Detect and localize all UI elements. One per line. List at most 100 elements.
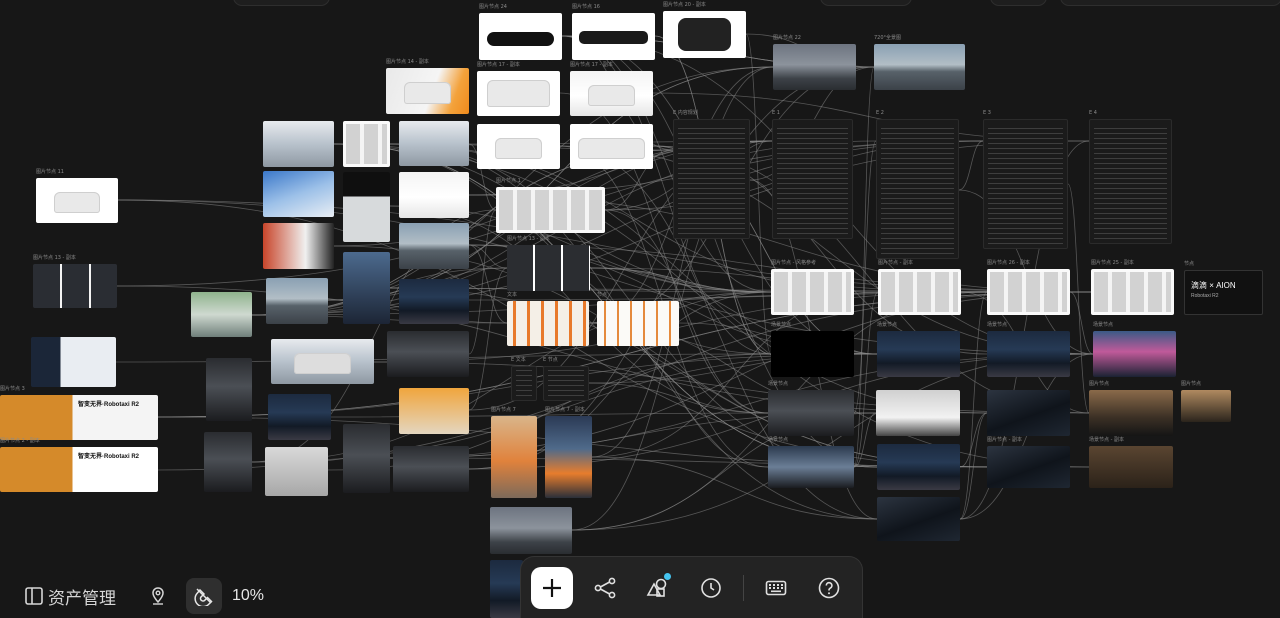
image-node[interactable] bbox=[343, 121, 390, 167]
image-node[interactable] bbox=[399, 388, 469, 434]
image-node[interactable] bbox=[877, 497, 960, 541]
node-caption: 图片节点 14 - 副本 bbox=[386, 59, 429, 65]
image-node[interactable]: 图片节点 17 - 副本 bbox=[570, 62, 653, 116]
image-node[interactable]: 场景节点 bbox=[877, 322, 960, 377]
text-node[interactable]: E 1 bbox=[772, 110, 853, 239]
image-node[interactable] bbox=[343, 172, 390, 242]
question-circle-icon bbox=[818, 577, 840, 598]
locate-button[interactable] bbox=[140, 578, 176, 614]
image-node[interactable] bbox=[393, 446, 469, 492]
connection-wire bbox=[959, 353, 1094, 520]
image-node[interactable]: 图片节点 13 - 副本 bbox=[33, 255, 117, 308]
image-node[interactable]: 图片节点 20 - 副本 bbox=[663, 2, 746, 58]
image-node[interactable]: 图片节点 26 - 副本 bbox=[987, 260, 1070, 315]
image-node[interactable] bbox=[31, 337, 116, 387]
snap-toggle-button[interactable] bbox=[186, 578, 222, 614]
image-node[interactable]: 场景节点 bbox=[768, 437, 854, 488]
image-node[interactable]: 图片节点 bbox=[1089, 381, 1173, 436]
connection-wire bbox=[959, 412, 988, 520]
image-node[interactable]: 720°全景图 bbox=[874, 35, 965, 90]
image-node[interactable]: 图片节点 - 风格参考 bbox=[771, 260, 854, 315]
image-node[interactable] bbox=[271, 339, 374, 384]
image-node[interactable] bbox=[399, 121, 469, 166]
image-node[interactable] bbox=[490, 560, 523, 618]
node-caption: 节点 bbox=[597, 292, 608, 298]
ad-node[interactable]: 图片节点 2 - 副本 智变无界·Robotaxi R2 bbox=[0, 438, 158, 492]
image-node[interactable] bbox=[343, 424, 390, 493]
workflow-canvas[interactable]: 图片节点 24 图片节点 16 图片节点 20 - 副本 图片节点 22 720… bbox=[0, 0, 1280, 618]
connection-wire bbox=[468, 267, 508, 411]
image-node[interactable]: 场景节点 - 副本 bbox=[1089, 437, 1173, 488]
workflow-button[interactable] bbox=[584, 567, 626, 609]
image-node[interactable] bbox=[876, 390, 960, 436]
asset-manager-button[interactable]: 资产管理 bbox=[20, 578, 120, 614]
image-node[interactable]: 图片节点 16 bbox=[572, 4, 655, 60]
connection-wire bbox=[853, 66, 875, 468]
image-node[interactable] bbox=[877, 444, 960, 490]
node-caption: 图片节点 17 - 副本 bbox=[477, 62, 520, 68]
text-node[interactable]: E 4 bbox=[1089, 110, 1172, 244]
image-node[interactable]: 场景节点 bbox=[768, 381, 854, 436]
shapes-button[interactable] bbox=[637, 567, 679, 609]
image-node[interactable] bbox=[263, 121, 334, 167]
node-caption: 图片节点 26 - 副本 bbox=[987, 260, 1030, 266]
image-node[interactable] bbox=[399, 279, 469, 324]
shortcuts-button[interactable] bbox=[755, 567, 797, 609]
clock-icon bbox=[701, 577, 721, 598]
image-node[interactable]: 图片节点 13 - 副本 bbox=[507, 236, 590, 291]
image-node[interactable] bbox=[987, 390, 1070, 436]
image-node[interactable]: 节点 bbox=[597, 292, 679, 346]
image-node[interactable]: 场景节点 bbox=[771, 322, 854, 377]
image-node[interactable]: 图片节点 25 - 副本 bbox=[1091, 260, 1174, 315]
image-node[interactable] bbox=[206, 358, 252, 421]
image-node[interactable] bbox=[399, 172, 469, 218]
node-caption: 场景节点 bbox=[768, 381, 789, 387]
image-node[interactable]: 图片节点 22 bbox=[773, 35, 856, 90]
image-node[interactable] bbox=[263, 223, 334, 269]
ad-node[interactable]: 图片节点 3 智变无界·Robotaxi R2 bbox=[0, 386, 158, 440]
text-node[interactable]: E 2 bbox=[876, 110, 959, 259]
image-node[interactable]: 图片节点 24 bbox=[479, 4, 562, 60]
top-chip bbox=[1060, 0, 1280, 6]
image-node[interactable] bbox=[266, 278, 328, 324]
image-node[interactable] bbox=[490, 507, 572, 554]
image-node[interactable] bbox=[263, 171, 334, 217]
image-node[interactable]: 场景节点 bbox=[987, 322, 1070, 377]
add-node-button[interactable] bbox=[531, 566, 573, 609]
text-node[interactable]: E 3 bbox=[983, 110, 1068, 249]
image-node[interactable] bbox=[265, 447, 328, 496]
image-node[interactable] bbox=[477, 124, 560, 169]
bottom-left-bar: 资产管理 10% bbox=[20, 578, 264, 614]
node-caption: 场景节点 bbox=[877, 322, 898, 328]
image-node[interactable] bbox=[387, 331, 469, 377]
text-node[interactable]: E 节点 bbox=[543, 357, 589, 401]
node-caption: 图片节点 - 风格参考 bbox=[771, 260, 816, 266]
image-node[interactable]: 图片节点 11 bbox=[36, 169, 118, 223]
help-button[interactable] bbox=[808, 567, 850, 609]
node-caption: 文本 bbox=[507, 292, 518, 298]
image-node[interactable] bbox=[191, 292, 252, 337]
image-node[interactable]: 图片节点 7 bbox=[491, 407, 537, 498]
image-node[interactable] bbox=[343, 252, 390, 324]
connection-wire bbox=[588, 382, 769, 414]
text-node[interactable]: E 内容规划 bbox=[673, 110, 750, 239]
image-node[interactable] bbox=[570, 124, 653, 169]
zoom-level[interactable]: 10% bbox=[232, 587, 264, 605]
history-button[interactable] bbox=[690, 567, 732, 609]
image-node[interactable]: 图片节点 bbox=[1181, 381, 1231, 422]
image-node[interactable]: 图片节点 - 副本 bbox=[987, 437, 1070, 488]
image-node[interactable]: 文本 bbox=[507, 292, 589, 346]
image-node[interactable] bbox=[268, 394, 331, 440]
image-node[interactable]: 图片节点 14 - 副本 bbox=[386, 59, 469, 114]
image-node[interactable]: 场景节点 bbox=[1093, 322, 1176, 377]
text-node[interactable]: E 文本 bbox=[511, 357, 537, 401]
connection-wire bbox=[959, 291, 988, 520]
brand-node[interactable]: 节点 滴滴 × AION Robotaxi R2 bbox=[1184, 261, 1263, 315]
image-node[interactable]: 图片节点 17 - 副本 bbox=[477, 62, 560, 116]
image-node[interactable]: 图片节点 7 - 副本 bbox=[545, 407, 592, 498]
connection-wire bbox=[853, 412, 877, 468]
image-node[interactable]: 图片节点 1 bbox=[496, 178, 605, 233]
image-node[interactable] bbox=[204, 432, 252, 492]
image-node[interactable] bbox=[399, 223, 469, 269]
image-node[interactable]: 图片节点 - 副本 bbox=[878, 260, 961, 315]
